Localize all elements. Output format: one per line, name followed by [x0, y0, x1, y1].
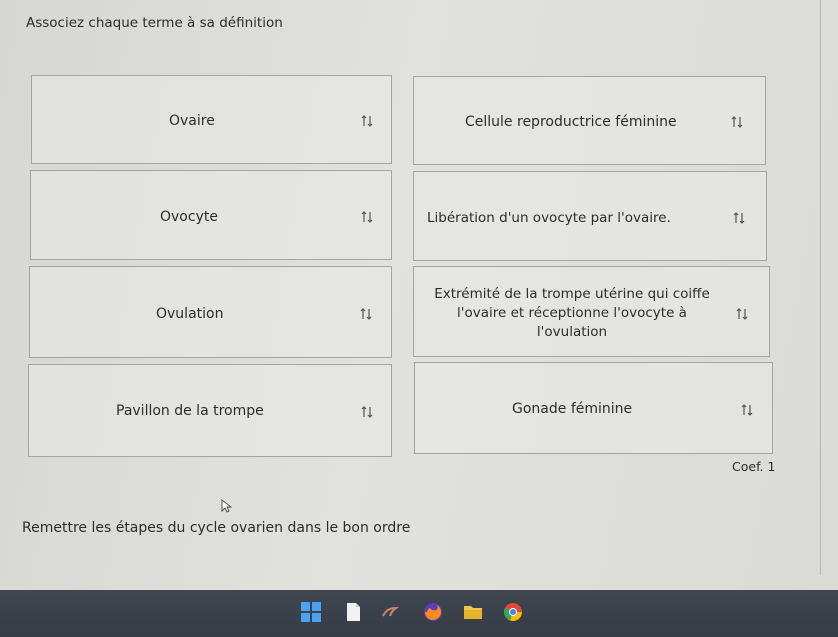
definition-label: Gonade féminine	[512, 401, 633, 417]
folder-icon[interactable]	[462, 601, 484, 623]
firefox-icon[interactable]	[422, 601, 444, 623]
term-label: Ovulation	[156, 306, 224, 322]
reorder-arrows-icon[interactable]	[359, 307, 373, 321]
reorder-arrows-icon[interactable]	[360, 210, 374, 224]
coef-label: Coef. 1	[732, 459, 776, 474]
term-label: Pavillon de la trompe	[116, 403, 264, 419]
reorder-arrows-icon[interactable]	[735, 307, 749, 321]
reorder-arrows-icon[interactable]	[732, 211, 746, 225]
term-card-ovocyte[interactable]: Ovocyte	[30, 170, 392, 260]
app-logo-icon[interactable]	[380, 601, 402, 623]
reorder-arrows-icon[interactable]	[360, 405, 374, 419]
reorder-arrows-icon[interactable]	[740, 403, 754, 417]
file-icon[interactable]	[342, 601, 364, 623]
definition-card-liberation[interactable]: Libération d'un ovocyte par l'ovaire.	[413, 171, 767, 261]
term-card-ovulation[interactable]: Ovulation	[29, 266, 392, 358]
term-label: Ovocyte	[160, 209, 218, 225]
chrome-icon[interactable]	[502, 601, 524, 623]
quiz-page: Associez chaque terme à sa définition Ov…	[0, 0, 838, 590]
reorder-arrows-icon[interactable]	[360, 114, 374, 128]
mouse-cursor-icon	[221, 499, 233, 513]
scrollbar-track[interactable]	[820, 0, 821, 575]
definition-label: Cellule reproductrice féminine	[465, 114, 677, 130]
taskbar	[0, 590, 838, 637]
instruction-text: Associez chaque terme à sa définition	[26, 15, 283, 31]
definition-label: Libération d'un ovocyte par l'ovaire.	[427, 210, 671, 226]
term-card-pavillon[interactable]: Pavillon de la trompe	[28, 364, 392, 457]
windows-start-icon[interactable]	[300, 601, 322, 623]
next-question-title: Remettre les étapes du cycle ovarien dan…	[22, 520, 411, 536]
definition-card-gonade[interactable]: Gonade féminine	[414, 362, 773, 454]
definition-card-extremite[interactable]: Extrémité de la trompe utérine qui coiff…	[413, 266, 770, 357]
term-label: Ovaire	[169, 113, 215, 129]
reorder-arrows-icon[interactable]	[730, 115, 744, 129]
definition-card-cellule[interactable]: Cellule reproductrice féminine	[413, 76, 766, 165]
definition-label: Extrémité de la trompe utérine qui coiff…	[434, 286, 710, 340]
term-card-ovaire[interactable]: Ovaire	[31, 75, 392, 164]
